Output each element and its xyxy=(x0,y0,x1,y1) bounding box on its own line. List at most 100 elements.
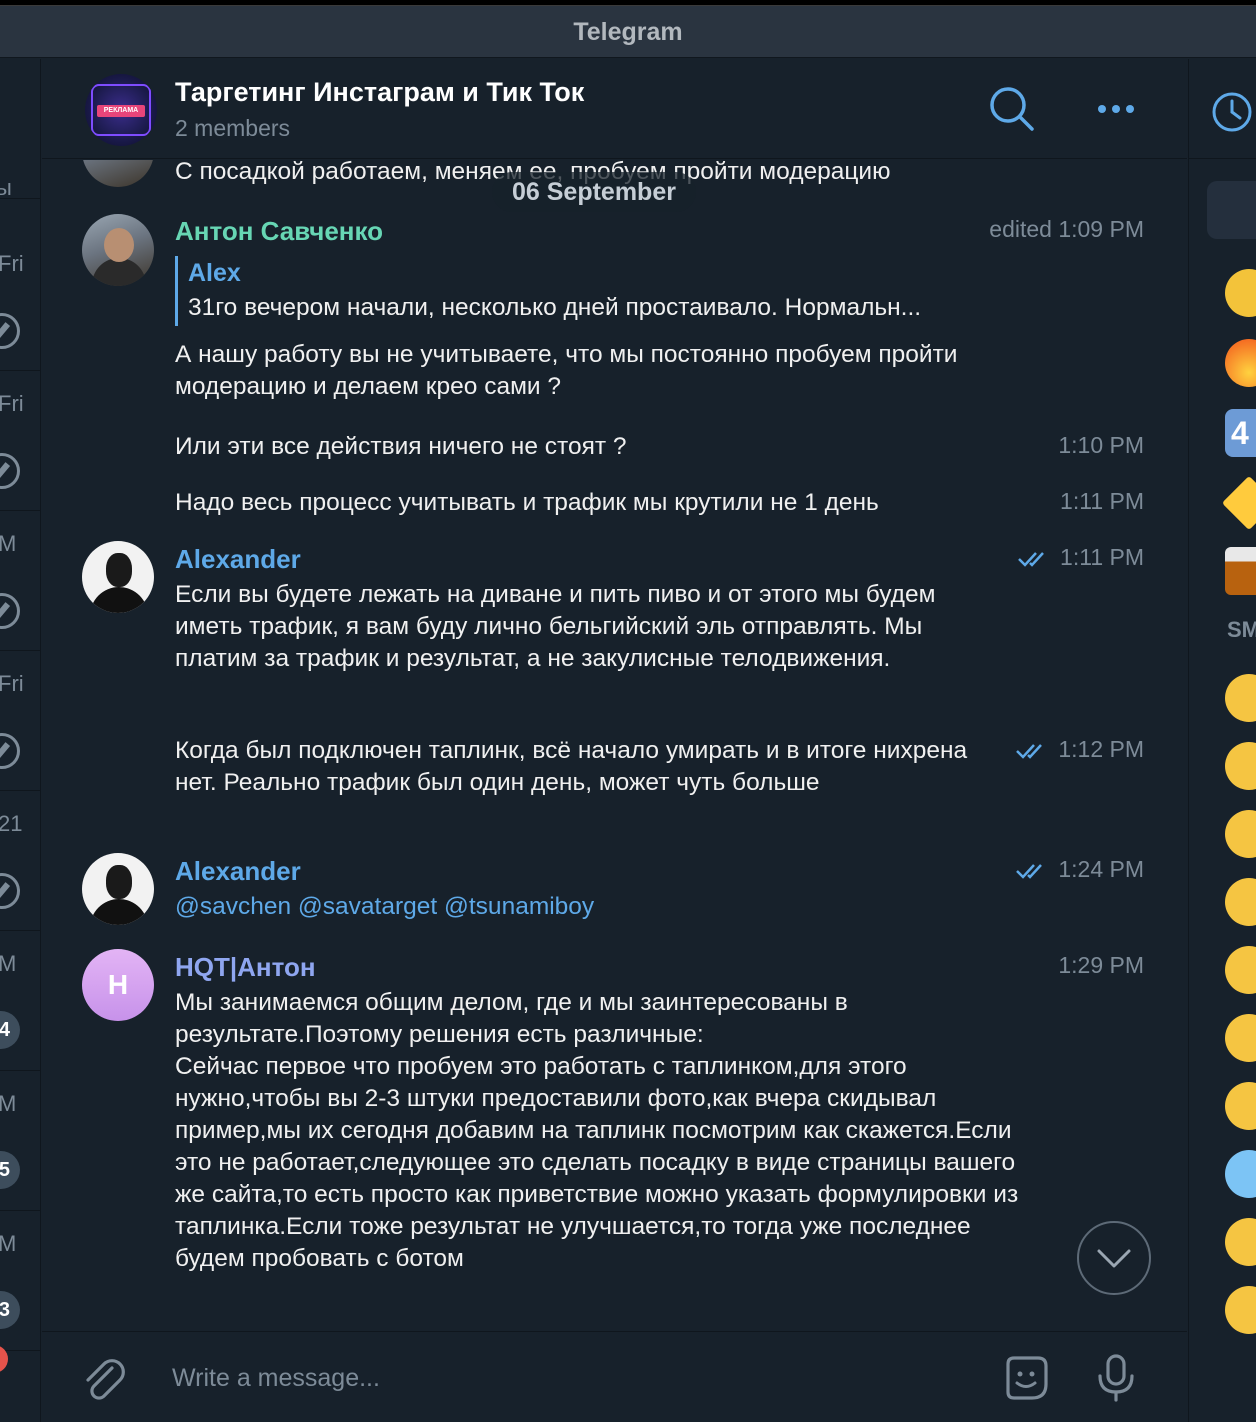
message-text: Или эти все действия ничего не стоят ? xyxy=(175,433,627,460)
tongue-wink-face-icon[interactable] xyxy=(1225,878,1256,926)
message-input[interactable] xyxy=(172,1356,972,1400)
chat-list-item-date: 21 xyxy=(0,811,23,836)
message-time: edited 1:09 PM xyxy=(989,216,1144,242)
chat-list-item[interactable]: Fri xyxy=(0,371,40,511)
emoji-button[interactable] xyxy=(998,1350,1054,1406)
fire-icon[interactable] xyxy=(1225,339,1256,387)
message-text: Если вы будете лежать на диване и пить п… xyxy=(175,581,936,672)
star-struck-face-icon[interactable] xyxy=(1225,946,1256,994)
message-composer xyxy=(42,1331,1187,1422)
pin-icon xyxy=(0,733,20,769)
clock-icon[interactable] xyxy=(1209,89,1255,135)
message-time: 1:11 PM xyxy=(1060,488,1144,514)
microphone-icon xyxy=(1098,1354,1134,1402)
search-button[interactable] xyxy=(982,79,1042,139)
avatar-logo-text: РЕКЛАМА xyxy=(97,105,145,117)
message-time: 1:12 PM xyxy=(1058,736,1144,762)
chat-list-item-text: ы xyxy=(0,175,12,201)
message-author[interactable]: Alexander xyxy=(175,544,301,575)
keycap-4-icon[interactable]: 4 xyxy=(1225,409,1256,457)
message-author[interactable]: HQT|Антон xyxy=(175,952,316,983)
thumbs-up-icon[interactable] xyxy=(1225,269,1256,317)
reply-author: Alex xyxy=(188,259,241,287)
heart-eyes-face-icon[interactable] xyxy=(1225,810,1256,858)
hand-over-mouth-face-icon[interactable] xyxy=(1225,1218,1256,1266)
avatar[interactable] xyxy=(82,214,154,286)
read-checks-icon xyxy=(1018,552,1044,567)
chat-title[interactable]: Таргетинг Инстаграм и Тик Ток xyxy=(175,77,584,108)
star-icon[interactable] xyxy=(1221,475,1256,531)
emoji-sidebar: 4 SM xyxy=(1188,59,1256,1422)
mention-links[interactable]: @savchen @savatarget @tsunamiboy xyxy=(175,891,1025,923)
avatar[interactable] xyxy=(82,160,154,187)
message-author[interactable]: Alexander xyxy=(175,856,301,887)
avatar[interactable] xyxy=(82,541,154,613)
chat-list-item-date: M xyxy=(0,1091,16,1117)
reply-text: 31го вечером начали, несколько дней прос… xyxy=(188,294,922,321)
chat-list-item-date: M xyxy=(0,1231,16,1257)
reply-quote[interactable]: Alex 31го вечером начали, несколько дней… xyxy=(175,256,921,326)
read-checks-icon xyxy=(1016,744,1043,759)
message-list[interactable]: С посадкой работаем, меняем ее, пробуем … xyxy=(42,160,1187,1330)
emoji-sidebar-top xyxy=(1189,59,1256,159)
chat-list-item-date: M xyxy=(0,531,16,557)
read-checks-icon xyxy=(1016,864,1043,879)
chat-list-item[interactable]: 21 xyxy=(0,791,40,931)
date-separator: 06 September xyxy=(492,172,696,212)
chat-list-item[interactable]: M 3 xyxy=(0,1211,40,1351)
message-time-wrap: 1:12 PM xyxy=(1016,736,1144,763)
chat-list-item-date: Fri xyxy=(0,391,24,416)
attach-button[interactable] xyxy=(76,1350,132,1406)
chat-list-item[interactable]: M 4 xyxy=(0,931,40,1071)
chat-list-sidebar: ы Fri Fri M Fri 21 M 4 M 5 M 3 xyxy=(0,59,41,1422)
pin-icon xyxy=(0,873,20,909)
message-text: Надо весь процесс учитывать и трафик мы … xyxy=(175,489,879,516)
message-author[interactable]: Антон Савченко xyxy=(175,216,383,247)
message-text: Мы занимаемся общим делом, где и мы заин… xyxy=(175,989,1019,1272)
pin-icon xyxy=(0,453,20,489)
chat-list-item-date: M xyxy=(0,951,16,977)
chat-list-item[interactable]: ы xyxy=(0,59,40,201)
cold-face-icon[interactable] xyxy=(1225,1150,1256,1198)
chat-list-item-date: Fri xyxy=(0,671,24,696)
more-dots-icon xyxy=(1098,105,1134,113)
chat-header: РЕКЛАМА Таргетинг Инстаграм и Тик Ток 2 … xyxy=(42,59,1187,159)
message-time: 1:29 PM xyxy=(1058,952,1144,978)
unread-badge: 4 xyxy=(0,1011,20,1049)
emoji-search-field[interactable] xyxy=(1207,181,1256,239)
search-icon xyxy=(990,87,1034,131)
laughing-face-icon[interactable] xyxy=(1225,1286,1256,1334)
chat-list-item[interactable]: Fri xyxy=(0,651,40,791)
confused-face-icon[interactable] xyxy=(1225,1014,1256,1062)
message-time: 1:24 PM xyxy=(1058,856,1144,882)
window-title: Telegram xyxy=(573,18,683,46)
chat-members-count: 2 members xyxy=(175,115,291,141)
emoji-section-label: SM xyxy=(1227,617,1256,642)
message-time-wrap: 1:24 PM xyxy=(1016,856,1144,883)
crying-face-icon[interactable] xyxy=(1225,1082,1256,1130)
window-titlebar: Telegram xyxy=(0,6,1256,58)
chat-list-item[interactable]: M xyxy=(0,511,40,651)
unread-badge: 5 xyxy=(0,1151,20,1189)
avatar[interactable]: H xyxy=(82,949,154,1021)
pin-icon xyxy=(0,313,20,349)
more-options-button[interactable] xyxy=(1086,79,1146,139)
avatar[interactable] xyxy=(82,853,154,925)
message-time: 1:11 PM xyxy=(1060,544,1144,570)
message-time: 1:10 PM xyxy=(1058,432,1144,458)
paperclip-icon xyxy=(86,1359,125,1400)
scroll-down-button[interactable] xyxy=(1077,1221,1151,1295)
grinning-face-icon[interactable] xyxy=(1225,674,1256,722)
sticker-smile-icon xyxy=(1006,1356,1048,1400)
group-avatar[interactable]: РЕКЛАМА xyxy=(85,74,157,146)
sad-sweat-face-icon[interactable] xyxy=(1225,742,1256,790)
whisky-icon[interactable] xyxy=(1225,547,1256,595)
chat-list-item-date: Fri xyxy=(0,251,24,276)
chat-list-item[interactable]: Fri xyxy=(0,231,40,371)
message-text: А нашу работу вы не учитываете, что мы п… xyxy=(175,341,958,400)
unread-badge: 3 xyxy=(0,1291,20,1329)
voice-message-button[interactable] xyxy=(1088,1350,1144,1406)
message-text: Когда был подключен таплинк, всё начало … xyxy=(175,737,968,796)
chat-list-item[interactable]: M 5 xyxy=(0,1071,40,1211)
pin-icon xyxy=(0,593,20,629)
